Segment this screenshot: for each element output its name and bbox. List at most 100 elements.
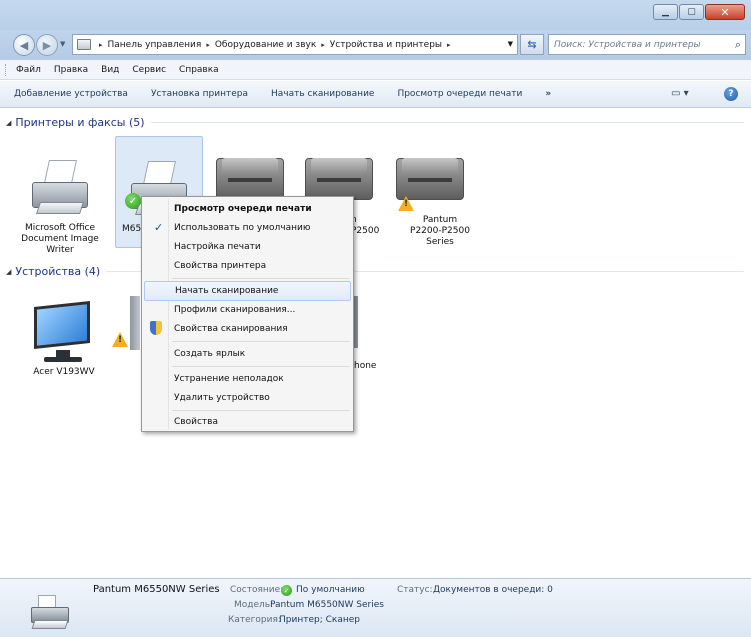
command-bar: Добавление устройства Установка принтера…	[0, 81, 751, 108]
ctx-start-scan[interactable]: Начать сканирование	[144, 281, 351, 301]
ctx-label: Свойства	[174, 417, 218, 427]
group-header-printers[interactable]: ◢ Принтеры и факсы (5)	[6, 116, 744, 129]
group-title-devices: Устройства (4)	[15, 265, 101, 278]
default-check-icon: ✓	[125, 193, 141, 209]
more-commands-button[interactable]: »	[545, 89, 551, 99]
ctx-separator	[172, 278, 350, 279]
details-state-value: По умолчанию	[296, 585, 365, 595]
ctx-label: Начать сканирование	[175, 286, 279, 296]
breadcrumb-separator[interactable]: ▸	[206, 41, 210, 49]
menu-grip	[5, 64, 8, 76]
ctx-label: Устранение неполадок	[174, 374, 284, 384]
menu-edit[interactable]: Правка	[54, 65, 88, 75]
device-hidden-warning[interactable]: !	[112, 294, 142, 361]
menu-file[interactable]: Файл	[16, 65, 41, 75]
ctx-separator	[172, 410, 350, 411]
warning-icon: !	[398, 196, 414, 211]
close-button[interactable]: ✕	[705, 4, 745, 20]
menu-help[interactable]: Справка	[179, 65, 219, 75]
change-view-icon[interactable]: ▭ ▾	[671, 88, 689, 99]
printer-pantum-p2200-p2500[interactable]: ! Pantum P2200-P2500 Series	[388, 148, 472, 248]
address-dropdown-icon[interactable]: ▼	[508, 40, 513, 48]
print-queue-button[interactable]: Просмотр очереди печати	[397, 89, 522, 99]
collapse-triangle-icon[interactable]: ◢	[6, 119, 11, 127]
context-menu: Просмотр очереди печати ✓ Использовать п…	[141, 196, 354, 432]
add-printer-button[interactable]: Установка принтера	[151, 89, 248, 99]
help-icon[interactable]: ?	[724, 87, 738, 101]
warning-icon: !	[112, 332, 128, 347]
ctx-label: Свойства сканирования	[174, 324, 288, 334]
ctx-remove-device[interactable]: Удалить устройство	[144, 388, 351, 408]
minimize-button[interactable]: ▁	[653, 4, 678, 20]
details-status-key: Статус:	[397, 585, 433, 595]
ctx-scan-properties[interactable]: Свойства сканирования	[144, 319, 351, 339]
start-scan-button[interactable]: Начать сканирование	[271, 89, 374, 99]
ctx-label: Использовать по умолчанию	[174, 223, 311, 233]
group-divider	[150, 122, 744, 123]
add-device-button[interactable]: Добавление устройства	[14, 89, 128, 99]
details-category-value: Принтер; Сканер	[279, 615, 360, 625]
ctx-set-default[interactable]: ✓ Использовать по умолчанию	[144, 218, 351, 238]
default-check-icon: ✓	[281, 585, 292, 596]
breadcrumb-separator[interactable]: ▸	[447, 41, 451, 49]
device-acer-monitor[interactable]: Acer V193WV	[22, 300, 106, 378]
ctx-troubleshoot[interactable]: Устранение неполадок	[144, 369, 351, 389]
menu-bar: Файл Правка Вид Сервис Справка	[0, 60, 751, 80]
history-dropdown-icon[interactable]: ▼	[60, 40, 65, 48]
window-controls: ▁ ▢ ✕	[652, 4, 745, 20]
refresh-button[interactable]: ⇆	[520, 34, 544, 55]
ctx-label: Свойства принтера	[174, 261, 267, 271]
ctx-label: Создать ярлык	[174, 349, 246, 359]
menu-tools[interactable]: Сервис	[132, 65, 166, 75]
ctx-create-shortcut[interactable]: Создать ярлык	[144, 344, 351, 364]
device-label: Microsoft Office Document Image Writer	[21, 223, 99, 255]
breadcrumb-devices-printers[interactable]: Устройства и принтеры	[330, 40, 442, 50]
devices-content-area: ◢ Принтеры и факсы (5) Microsoft Office …	[0, 108, 751, 578]
ctx-separator	[172, 341, 350, 342]
forward-arrow-icon: ▶	[42, 38, 52, 52]
details-model-value: Pantum M6550NW Series	[270, 600, 384, 610]
forward-button[interactable]: ▶	[36, 34, 58, 56]
ctx-print-preferences[interactable]: Настройка печати	[144, 237, 351, 257]
menu-view[interactable]: Вид	[101, 65, 119, 75]
window-title-bar: ▁ ▢ ✕	[0, 0, 751, 30]
details-pane: Pantum M6550NW Series Состояние: ✓ По ум…	[0, 578, 751, 637]
address-bar[interactable]: ▸ Панель управления ▸ Оборудование и зву…	[72, 34, 518, 55]
breadcrumb-separator[interactable]: ▸	[99, 41, 103, 49]
selected-printer-icon	[28, 593, 74, 633]
ctx-separator	[172, 366, 350, 367]
device-label: Pantum P2200-P2500 Series	[410, 215, 470, 247]
address-row: ◀ ▶ ▼ ▸ Панель управления ▸ Оборудование…	[0, 30, 751, 60]
device-label: Acer V193WV	[33, 367, 95, 377]
details-model-key: Модель:	[234, 600, 274, 610]
ctx-label: Просмотр очереди печати	[174, 204, 312, 214]
breadcrumb-hardware-sound[interactable]: Оборудование и звук	[215, 40, 316, 50]
refresh-icon: ⇆	[527, 38, 537, 51]
back-button[interactable]: ◀	[13, 34, 35, 56]
search-input[interactable]: Поиск: Устройства и принтеры ⌕	[548, 34, 746, 55]
ctx-label: Удалить устройство	[174, 393, 270, 403]
maximize-button[interactable]: ▢	[679, 4, 704, 20]
uac-shield-icon	[150, 321, 162, 335]
printer-ms-office-writer[interactable]: Microsoft Office Document Image Writer	[18, 156, 102, 256]
collapse-triangle-icon[interactable]: ◢	[6, 268, 11, 276]
details-state-key: Состояние:	[230, 585, 284, 595]
ctx-print-queue[interactable]: Просмотр очереди печати	[144, 199, 351, 219]
search-placeholder: Поиск: Устройства и принтеры	[554, 39, 701, 50]
details-device-name: Pantum M6550NW Series	[93, 584, 220, 595]
ctx-printer-properties[interactable]: Свойства принтера	[144, 256, 351, 276]
breadcrumb-separator[interactable]: ▸	[321, 41, 325, 49]
details-category-key: Категория:	[228, 615, 281, 625]
ctx-properties[interactable]: Свойства	[144, 412, 351, 432]
breadcrumb-control-panel[interactable]: Панель управления	[108, 40, 202, 50]
device-icon: !	[112, 294, 142, 358]
group-header-devices[interactable]: ◢ Устройства (4)	[6, 265, 744, 278]
ctx-scan-profiles[interactable]: Профили сканирования...	[144, 300, 351, 320]
monitor-icon	[28, 300, 100, 364]
checkmark-icon: ✓	[154, 221, 164, 234]
group-title-printers: Принтеры и факсы (5)	[15, 116, 145, 129]
details-status-value: Документов в очереди: 0	[433, 585, 553, 595]
search-icon[interactable]: ⌕	[735, 38, 741, 52]
control-panel-icon	[77, 39, 91, 50]
ctx-label: Настройка печати	[174, 242, 261, 252]
